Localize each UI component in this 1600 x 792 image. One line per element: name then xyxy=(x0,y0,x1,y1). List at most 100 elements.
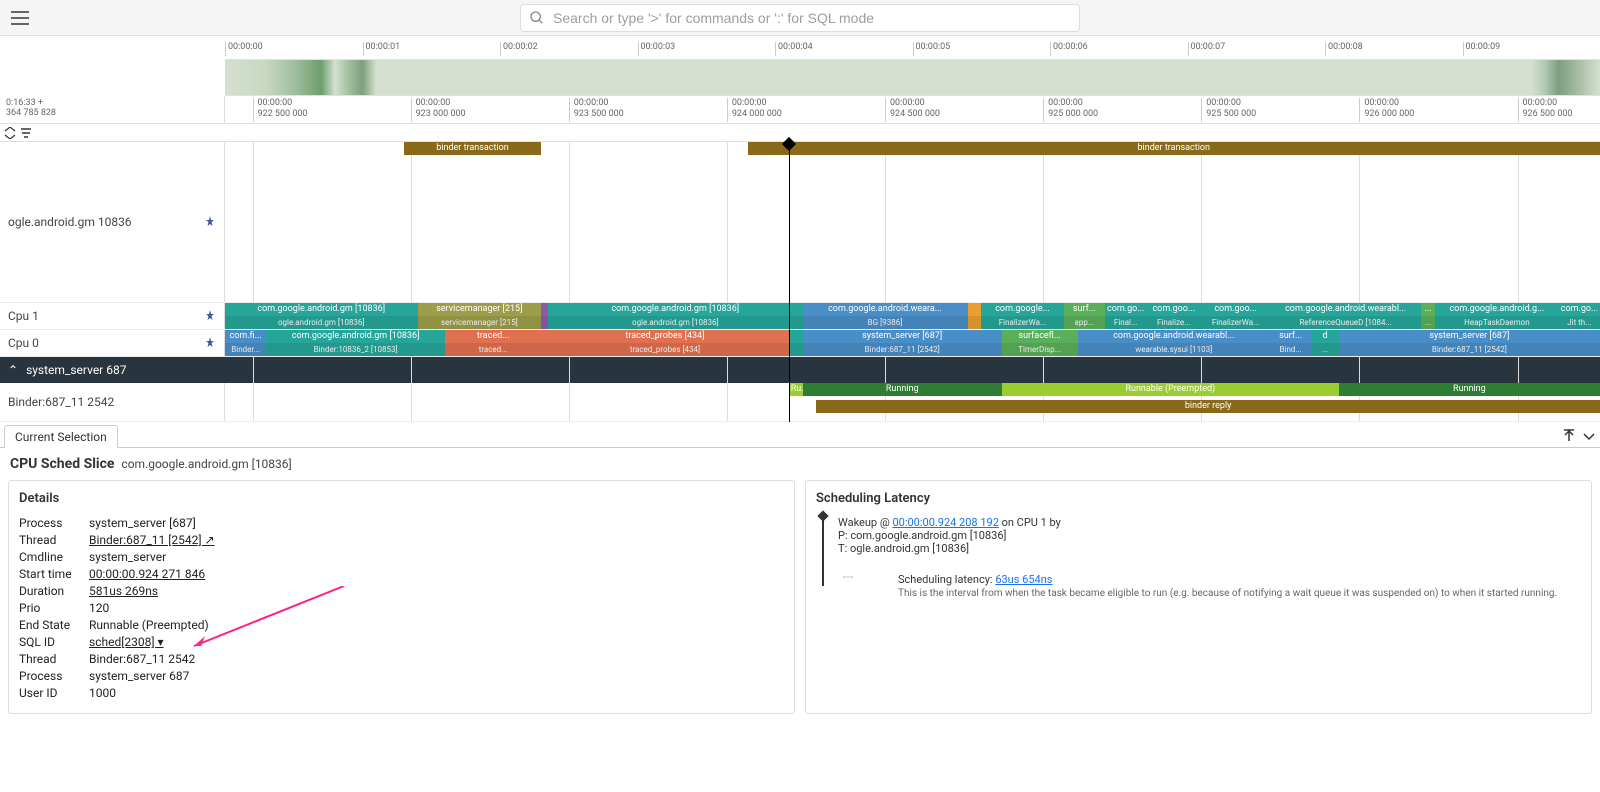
chevron-up-icon: ⌃ xyxy=(8,363,18,377)
cpu-slice-sub[interactable]: servicemanager [215] xyxy=(418,316,542,329)
cpu-slice[interactable] xyxy=(541,303,548,316)
cpu-slice[interactable]: com.google.android.wearabl... xyxy=(1078,330,1271,343)
main-tick: 00:00:00925 500 000 xyxy=(1201,98,1256,122)
main-time-ruler[interactable]: 0:16:33 + 364 785 828 00:00:00922 500 00… xyxy=(0,96,1600,124)
pin-icon[interactable] xyxy=(204,337,216,349)
detail-title: CPU Sched Slice com.google.android.gm [1… xyxy=(0,448,1600,480)
binder-reply-slice[interactable]: binder reply xyxy=(816,400,1600,413)
cpu-slice-sub[interactable]: Finalize... xyxy=(1146,316,1201,329)
cpu-slice[interactable]: com.google.android.gm [10836] xyxy=(225,303,418,316)
cpu-slice[interactable]: system_server [687] xyxy=(1339,330,1600,343)
menu-icon[interactable] xyxy=(8,6,32,30)
cpu-slice[interactable] xyxy=(789,330,803,343)
search-icon xyxy=(529,10,545,26)
tracks-area[interactable]: ogle.android.gm 10836 binder transaction b… xyxy=(0,142,1600,422)
cpu-slice-sub[interactable]: Binder... xyxy=(225,343,266,356)
search-input[interactable] xyxy=(553,10,1071,26)
cpu-slice[interactable]: surf... xyxy=(1064,303,1105,316)
cpu-slice-sub[interactable]: app... xyxy=(1064,316,1105,329)
cpu-slice-sub[interactable] xyxy=(789,343,803,356)
cpu-slice-sub[interactable]: ogle.android.gm [10836] xyxy=(225,316,418,329)
binder-slice[interactable]: binder transaction xyxy=(748,142,1600,155)
duration-link[interactable]: 581us 269ns xyxy=(89,584,158,598)
cpu-slice-sub[interactable]: TimerDisp... xyxy=(1002,343,1078,356)
cpu-slice-sub[interactable]: traced... xyxy=(445,343,541,356)
cpu-slice[interactable]: traced_probes [434] xyxy=(541,330,789,343)
cpu-slice-sub[interactable]: Binder:687_11 [2542] xyxy=(803,343,1002,356)
pin-icon[interactable] xyxy=(204,310,216,322)
cpu-slice[interactable]: com.go... xyxy=(1105,303,1146,316)
mini-tick: 00:00:02 xyxy=(500,42,538,56)
cpu-slice-sub[interactable]: FinalizerWa... xyxy=(1201,316,1270,329)
sqlid-link[interactable]: sched[2308] ▾ xyxy=(89,635,164,649)
track-label-binder-thread[interactable]: Binder:687_11 2542 xyxy=(0,383,225,421)
search-box[interactable] xyxy=(520,4,1080,32)
sched-slice[interactable]: Running xyxy=(1339,383,1600,396)
cpu-slice-sub[interactable]: wearable.sysui [1103] xyxy=(1078,343,1271,356)
cpu-slice-sub[interactable] xyxy=(541,316,548,329)
overview-strip[interactable] xyxy=(225,60,1600,96)
cpu-slice[interactable]: com.goo... xyxy=(1201,303,1270,316)
cpu-slice-sub[interactable] xyxy=(968,316,982,329)
cpu-slice[interactable]: com.google.android.weara... xyxy=(803,303,968,316)
cpu-slice-sub[interactable]: ogle.android.gm [10836] xyxy=(548,316,802,329)
cpu-slice-sub[interactable]: FinalizerWa... xyxy=(981,316,1064,329)
mini-tick: 00:00:08 xyxy=(1325,42,1363,56)
move-up-icon[interactable] xyxy=(1562,429,1576,443)
track-label-cpu1[interactable]: Cpu 1 xyxy=(0,303,225,329)
collapse-icon[interactable] xyxy=(4,127,16,139)
cpu-slice[interactable]: system_server [687] xyxy=(803,330,1002,343)
latency-heading: Scheduling Latency xyxy=(816,491,1581,506)
cpu-slice[interactable]: com.goo... xyxy=(1146,303,1201,316)
cpu-slice-sub[interactable]: ... xyxy=(1311,343,1339,356)
sched-slice[interactable]: Running xyxy=(803,383,1002,396)
sched-latency-link[interactable]: 63us 654ns xyxy=(995,573,1052,586)
cpu-slice[interactable]: com.google.android.wearabl... xyxy=(1270,303,1421,316)
cpu-slice-sub[interactable]: HeapTaskDaemon xyxy=(1435,316,1559,329)
cpu-slice[interactable]: com.google.android.gm [10836] xyxy=(548,303,802,316)
cpu-slice-sub[interactable]: BG [9386] xyxy=(803,316,968,329)
cpu-slice[interactable]: ... xyxy=(1421,303,1435,316)
track-label-cpu0[interactable]: Cpu 0 xyxy=(0,330,225,356)
cpu-slice[interactable]: com.fi... xyxy=(225,330,266,343)
track-label-process[interactable]: ogle.android.gm 10836 xyxy=(0,142,225,302)
mini-tick: 00:00:09 xyxy=(1463,42,1501,56)
cpu-slice[interactable]: traced... xyxy=(445,330,541,343)
wakeup-ts-link[interactable]: 00:00:00.924 208 192 xyxy=(892,516,998,529)
filter-icon[interactable] xyxy=(20,127,32,139)
track-toolbar xyxy=(0,124,1600,142)
cpu-slice-sub[interactable]: Jit th... xyxy=(1559,316,1600,329)
cpu-slice-sub[interactable]: Binder:10836_2 [10853] xyxy=(266,343,445,356)
expand-down-icon[interactable] xyxy=(1582,429,1596,443)
cpu-slice-sub[interactable]: ReferenceQueueD [1084... xyxy=(1270,316,1421,329)
cpu-slice[interactable]: com.google.android.gm [10836] xyxy=(266,330,445,343)
time-marker[interactable] xyxy=(789,142,790,422)
pin-icon[interactable] xyxy=(204,216,216,228)
cpu-slice-sub[interactable]: Binder:687_11 [2542] xyxy=(1339,343,1600,356)
start-time-link[interactable]: 00:00:00.924 271 846 xyxy=(89,567,205,581)
cpu-slice[interactable]: com.go... xyxy=(1559,303,1600,316)
main-tick: 00:00:00924 500 000 xyxy=(885,98,940,122)
cpu-slice-sub[interactable]: Bind... xyxy=(1270,343,1311,356)
cpu-slice[interactable]: d xyxy=(1311,330,1339,343)
cpu-slice[interactable]: surf... xyxy=(1270,330,1311,343)
process-header-system-server[interactable]: ⌃system_server 687 xyxy=(0,357,1600,383)
latency-timeline-icon xyxy=(822,516,824,586)
cpu-slice[interactable]: servicemanager [215] xyxy=(418,303,542,316)
sched-slice[interactable]: Ru... xyxy=(789,383,803,396)
mini-tick: 00:00:03 xyxy=(638,42,676,56)
cpu-slice-sub[interactable]: ... xyxy=(1421,316,1435,329)
cpu-slice[interactable]: com.google.android.g... xyxy=(1435,303,1559,316)
cpu-slice[interactable] xyxy=(968,303,982,316)
cpu-slice-sub[interactable]: Final... xyxy=(1105,316,1146,329)
mini-tick: 00:00:07 xyxy=(1188,42,1226,56)
overview-ruler[interactable]: 00:00:0000:00:0100:00:0200:00:0300:00:04… xyxy=(225,36,1600,60)
sched-slice[interactable]: Runnable (Preempted) xyxy=(1002,383,1339,396)
binder-slice[interactable]: binder transaction xyxy=(404,142,542,155)
tab-current-selection[interactable]: Current Selection xyxy=(4,425,118,448)
cpu-slice[interactable]: surfacefl... xyxy=(1002,330,1078,343)
mini-tick: 00:00:06 xyxy=(1050,42,1088,56)
cpu-slice-sub[interactable]: traced_probes [434] xyxy=(541,343,789,356)
cpu-slice[interactable]: com.google... xyxy=(981,303,1064,316)
thread-link[interactable]: Binder:687_11 [2542] ↗ xyxy=(89,533,215,547)
